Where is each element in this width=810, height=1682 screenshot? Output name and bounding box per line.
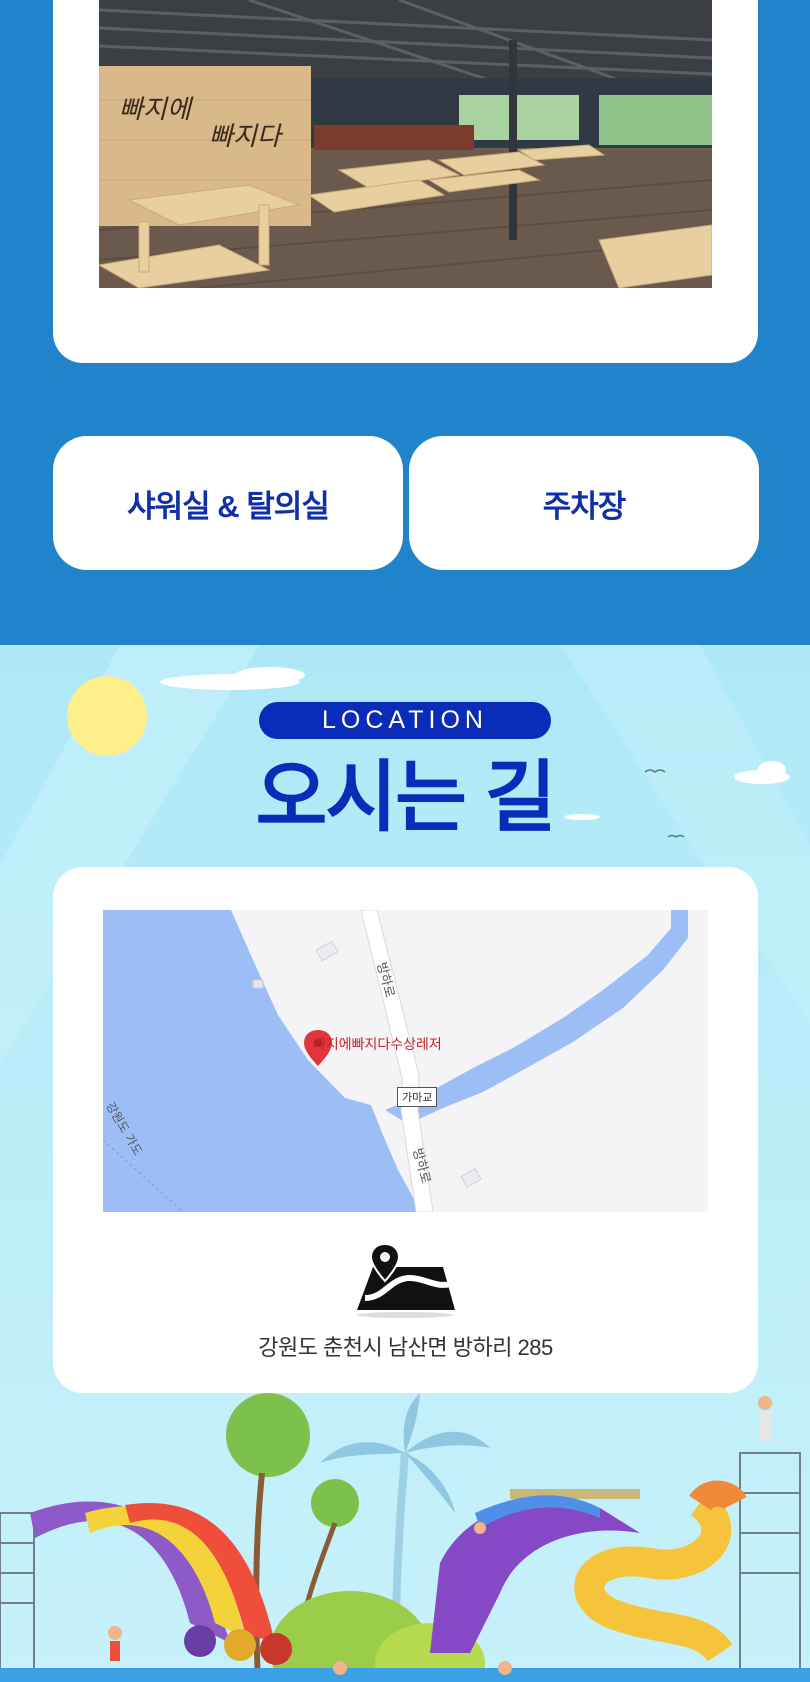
tab-shower-changing-room[interactable]: 샤워실 & 탈의실	[53, 436, 403, 570]
address-text: 강원도 춘천시 남산면 방하리 285	[258, 1335, 553, 1360]
map-route-pin-icon	[355, 1242, 455, 1323]
map-bridge-label: 가마교	[397, 1087, 438, 1107]
sun-icon	[67, 676, 147, 756]
facility-photo: 빠지에 빠지다	[99, 0, 712, 288]
facility-photo-card: 빠지에 빠지다	[53, 0, 758, 363]
waterpark-illustration	[0, 1393, 810, 1682]
location-map[interactable]: 빠지에빠지다수상레저 방하로 방하로 가마교 강원도 가도	[103, 910, 708, 1212]
map-place-label: 빠지에빠지다수상레저	[313, 1037, 442, 1053]
tab-parking[interactable]: 주차장	[409, 436, 759, 570]
tab-parking-label: 주차장	[542, 488, 627, 524]
tab-shower-label: 샤워실 & 탈의실	[127, 488, 330, 524]
section-title: 오시는 길	[255, 753, 557, 841]
svg-text:빠지다: 빠지다	[209, 122, 284, 152]
location-section: LOCATION 오시는 길 빠지에빠지다수상레저 방하로 방하로 가마교 강원…	[0, 645, 810, 1682]
svg-text:빠지에: 빠지에	[119, 95, 194, 125]
location-badge: LOCATION	[259, 702, 551, 739]
facility-section: 빠지에 빠지다 샤워실 & 탈의실 주차장	[0, 0, 810, 645]
map-card: 빠지에빠지다수상레저 방하로 방하로 가마교 강원도 가도 강원도 춘천시 남산…	[53, 867, 758, 1393]
location-badge-label: LOCATION	[322, 706, 488, 734]
